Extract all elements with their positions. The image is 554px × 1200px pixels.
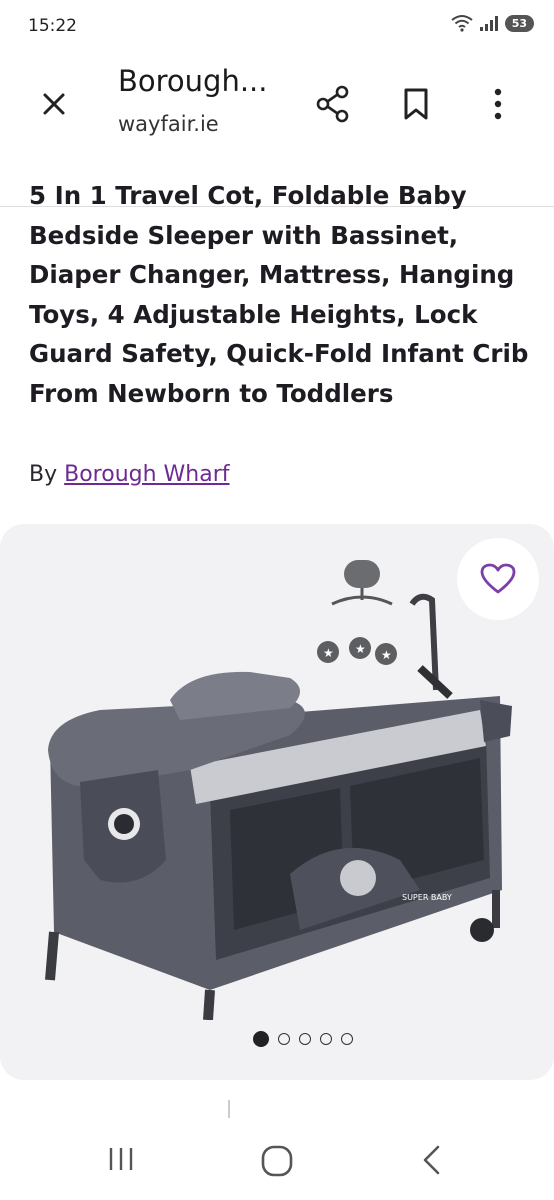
- by-label: By: [29, 462, 58, 487]
- pagination-dot[interactable]: [299, 1033, 311, 1045]
- wifi-icon: [451, 15, 473, 32]
- status-icons: 53: [451, 14, 534, 32]
- svg-text:★: ★: [355, 642, 366, 656]
- svg-text:★: ★: [323, 646, 334, 660]
- signal-icon: [479, 16, 498, 31]
- status-bar: 15:22 53: [0, 0, 554, 56]
- byline: By Borough Wharf: [29, 462, 230, 487]
- heart-icon: [480, 563, 516, 594]
- price-divider: [228, 1100, 230, 1118]
- favorite-button[interactable]: [457, 538, 539, 620]
- svg-text:★: ★: [381, 648, 392, 662]
- share-icon[interactable]: [313, 82, 353, 126]
- brand-link[interactable]: Borough Wharf: [64, 462, 229, 487]
- home-icon[interactable]: [260, 1144, 294, 1178]
- page-url: wayfair.ie: [118, 112, 219, 136]
- price-partial: [34, 1102, 194, 1118]
- product-image[interactable]: ★ ★ ★ SUPER BABY: [40, 560, 520, 1020]
- recents-icon[interactable]: [104, 1146, 138, 1172]
- more-vertical-icon[interactable]: [482, 84, 514, 124]
- pagination-dot[interactable]: [320, 1033, 332, 1045]
- bookmark-icon[interactable]: [396, 84, 436, 124]
- product-title: 5 In 1 Travel Cot, Foldable Baby Bedside…: [29, 181, 529, 408]
- pagination-dot[interactable]: [278, 1033, 290, 1045]
- carousel-pagination: [0, 1031, 554, 1047]
- system-nav-bar: [0, 1118, 554, 1200]
- back-icon[interactable]: [420, 1144, 442, 1176]
- image-brand-print: SUPER BABY: [402, 893, 452, 902]
- pagination-dot-active[interactable]: [253, 1031, 269, 1047]
- pagination-dot[interactable]: [341, 1033, 353, 1045]
- reviews-partial: [262, 1108, 502, 1116]
- battery-icon: 53: [504, 14, 534, 32]
- custom-tab-header: Borough... wayfair.ie: [0, 56, 554, 207]
- page-title: Borough...: [118, 64, 268, 98]
- status-time: 15:22: [28, 16, 77, 36]
- close-icon[interactable]: [34, 84, 74, 124]
